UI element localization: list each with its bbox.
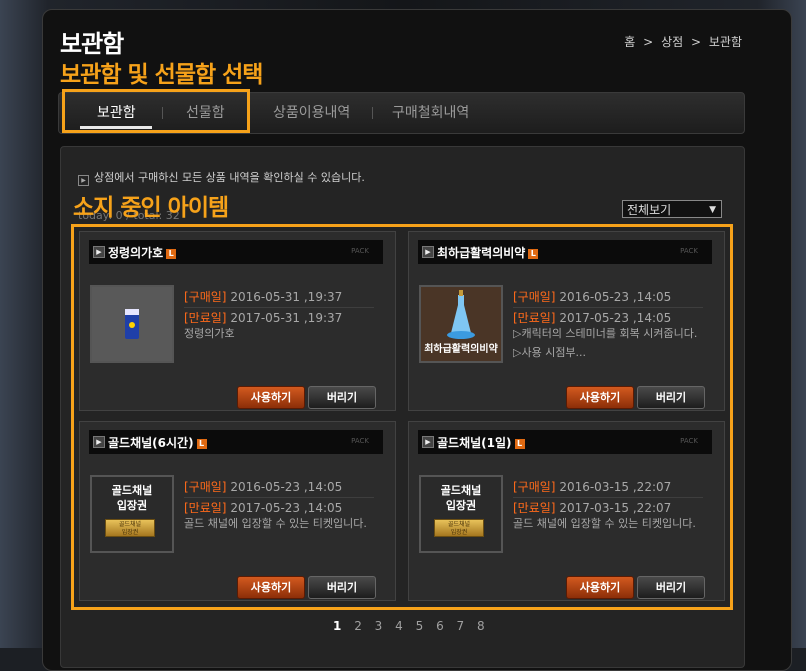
filter-dropdown[interactable]: 전체보기 ▼ — [622, 200, 722, 218]
page-link[interactable]: 2 — [354, 619, 362, 633]
annotation-box-tabs — [62, 89, 250, 133]
arrow-bullet-icon: ▶ — [78, 175, 89, 186]
breadcrumb-home[interactable]: 홈 — [624, 35, 635, 49]
breadcrumb: 홈 > 상점 > 보관함 — [622, 33, 744, 50]
triangle-down-icon: ▼ — [709, 205, 716, 215]
page-link[interactable]: 8 — [477, 619, 485, 633]
filter-selected: 전체보기 — [627, 203, 672, 217]
page-link[interactable]: 3 — [375, 619, 383, 633]
page-link[interactable]: 7 — [457, 619, 465, 633]
annotation-owned-items: 소지 중인 아이템 — [73, 195, 229, 221]
notice-text: ▶ 상점에서 구매하신 모든 상품 내역을 확인하실 수 있습니다. — [78, 169, 365, 186]
tab-divider — [372, 107, 373, 119]
breadcrumb-shop[interactable]: 상점 — [661, 35, 683, 49]
page-link[interactable]: 5 — [416, 619, 424, 633]
tab-refund-history[interactable]: 구매철회내역 — [392, 93, 469, 133]
annotation-tab-select: 보관함 및 선물함 선택 — [60, 62, 263, 88]
tab-usage-history[interactable]: 상품이용내역 — [273, 93, 350, 133]
breadcrumb-storage: 보관함 — [708, 35, 742, 49]
page-link-current[interactable]: 1 — [333, 619, 341, 633]
notice-label: 상점에서 구매하신 모든 상품 내역을 확인하실 수 있습니다. — [94, 171, 365, 184]
pagination: 1 2 3 4 5 6 7 8 — [333, 619, 494, 633]
page-link[interactable]: 4 — [395, 619, 403, 633]
page-link[interactable]: 6 — [436, 619, 444, 633]
chevron-right-icon: > — [643, 35, 654, 49]
annotation-box-items — [71, 224, 733, 610]
page-title: 보관함 — [60, 30, 124, 58]
chevron-right-icon: > — [690, 35, 702, 49]
